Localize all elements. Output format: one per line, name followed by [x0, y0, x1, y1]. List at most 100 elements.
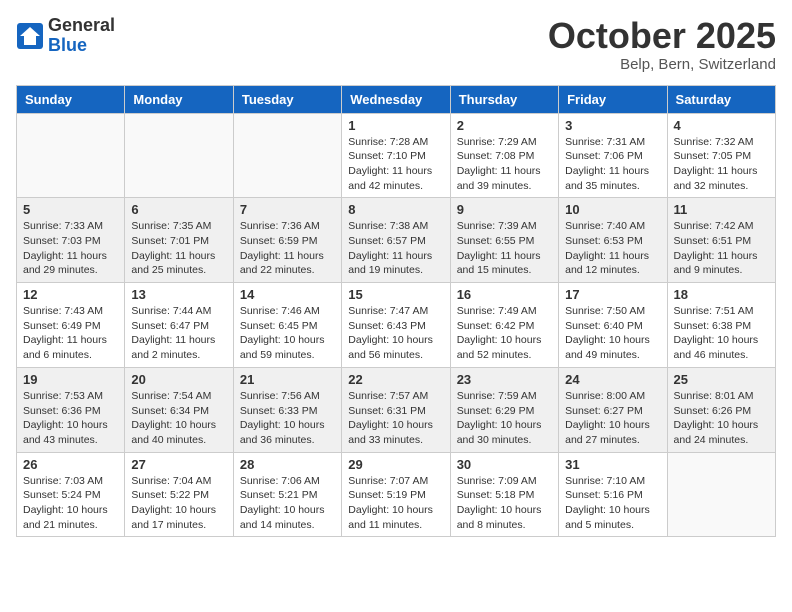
- day-number: 15: [348, 287, 443, 302]
- day-number: 22: [348, 372, 443, 387]
- day-number: 10: [565, 202, 660, 217]
- day-info: Sunrise: 7:46 AM Sunset: 6:45 PM Dayligh…: [240, 304, 335, 363]
- calendar-week-row: 19Sunrise: 7:53 AM Sunset: 6:36 PM Dayli…: [17, 367, 776, 452]
- day-number: 4: [674, 118, 769, 133]
- page-header: General Blue October 2025 Belp, Bern, Sw…: [16, 16, 776, 73]
- day-number: 13: [131, 287, 226, 302]
- day-info: Sunrise: 7:09 AM Sunset: 5:18 PM Dayligh…: [457, 474, 552, 533]
- calendar-day-cell: 20Sunrise: 7:54 AM Sunset: 6:34 PM Dayli…: [125, 367, 233, 452]
- calendar-day-cell: [125, 113, 233, 198]
- day-number: 21: [240, 372, 335, 387]
- day-number: 25: [674, 372, 769, 387]
- day-number: 29: [348, 457, 443, 472]
- day-info: Sunrise: 7:10 AM Sunset: 5:16 PM Dayligh…: [565, 474, 660, 533]
- logo-blue-text: Blue: [48, 36, 115, 56]
- calendar-day-cell: 6 Sunrise: 7:35 AM Sunset: 7:01 PM Daylig…: [125, 198, 233, 283]
- day-number: 6: [131, 202, 226, 217]
- calendar-day-cell: 12 Sunrise: 7:43 AM Sunset: 6:49 PM Dayli…: [17, 283, 125, 368]
- calendar-day-cell: 1Sunrise: 7:28 AM Sunset: 7:10 PM Daylig…: [342, 113, 450, 198]
- day-number: 14: [240, 287, 335, 302]
- weekday-header: Friday: [559, 85, 667, 113]
- day-number: 11: [674, 202, 769, 217]
- day-info: Sunrise: 7:31 AM Sunset: 7:06 PM Dayligh…: [565, 135, 660, 194]
- day-number: 8: [348, 202, 443, 217]
- day-info: Sunrise: 7:36 AM Sunset: 6:59 PM Dayligh…: [240, 219, 335, 278]
- day-info: Sunrise: 7:57 AM Sunset: 6:31 PM Dayligh…: [348, 389, 443, 448]
- calendar-day-cell: 15Sunrise: 7:47 AM Sunset: 6:43 PM Dayli…: [342, 283, 450, 368]
- day-number: 23: [457, 372, 552, 387]
- day-number: 24: [565, 372, 660, 387]
- calendar-day-cell: 3 Sunrise: 7:31 AM Sunset: 7:06 PM Daylig…: [559, 113, 667, 198]
- calendar-day-cell: 2Sunrise: 7:29 AM Sunset: 7:08 PM Daylig…: [450, 113, 558, 198]
- weekday-header: Thursday: [450, 85, 558, 113]
- calendar-day-cell: 13Sunrise: 7:44 AM Sunset: 6:47 PM Dayli…: [125, 283, 233, 368]
- calendar-day-cell: 8 Sunrise: 7:38 AM Sunset: 6:57 PM Daylig…: [342, 198, 450, 283]
- calendar-day-cell: [17, 113, 125, 198]
- calendar-day-cell: 27 Sunrise: 7:04 AM Sunset: 5:22 PM Dayli…: [125, 452, 233, 537]
- calendar-day-cell: 18 Sunrise: 7:51 AM Sunset: 6:38 PM Dayli…: [667, 283, 775, 368]
- day-number: 20: [131, 372, 226, 387]
- calendar-day-cell: 25 Sunrise: 8:01 AM Sunset: 6:26 PM Dayli…: [667, 367, 775, 452]
- logo-general-text: General: [48, 16, 115, 36]
- calendar-day-cell: 14 Sunrise: 7:46 AM Sunset: 6:45 PM Dayli…: [233, 283, 341, 368]
- day-info: Sunrise: 7:06 AM Sunset: 5:21 PM Dayligh…: [240, 474, 335, 533]
- calendar-day-cell: 30Sunrise: 7:09 AM Sunset: 5:18 PM Dayli…: [450, 452, 558, 537]
- day-info: Sunrise: 7:03 AM Sunset: 5:24 PM Dayligh…: [23, 474, 118, 533]
- day-info: Sunrise: 7:43 AM Sunset: 6:49 PM Dayligh…: [23, 304, 118, 363]
- day-info: Sunrise: 7:49 AM Sunset: 6:42 PM Dayligh…: [457, 304, 552, 363]
- calendar-table: SundayMondayTuesdayWednesdayThursdayFrid…: [16, 85, 776, 538]
- day-number: 28: [240, 457, 335, 472]
- calendar-day-cell: 5Sunrise: 7:33 AM Sunset: 7:03 PM Daylig…: [17, 198, 125, 283]
- day-info: Sunrise: 7:51 AM Sunset: 6:38 PM Dayligh…: [674, 304, 769, 363]
- calendar-day-cell: 4 Sunrise: 7:32 AM Sunset: 7:05 PM Daylig…: [667, 113, 775, 198]
- day-info: Sunrise: 7:28 AM Sunset: 7:10 PM Dayligh…: [348, 135, 443, 194]
- day-info: Sunrise: 7:35 AM Sunset: 7:01 PM Dayligh…: [131, 219, 226, 278]
- day-info: Sunrise: 8:00 AM Sunset: 6:27 PM Dayligh…: [565, 389, 660, 448]
- calendar-week-row: 5Sunrise: 7:33 AM Sunset: 7:03 PM Daylig…: [17, 198, 776, 283]
- calendar-day-cell: 22 Sunrise: 7:57 AM Sunset: 6:31 PM Dayli…: [342, 367, 450, 452]
- title-block: October 2025 Belp, Bern, Switzerland: [548, 16, 776, 73]
- calendar-day-cell: [667, 452, 775, 537]
- day-info: Sunrise: 7:32 AM Sunset: 7:05 PM Dayligh…: [674, 135, 769, 194]
- calendar-day-cell: 19Sunrise: 7:53 AM Sunset: 6:36 PM Dayli…: [17, 367, 125, 452]
- logo-icon: [16, 22, 44, 50]
- day-number: 31: [565, 457, 660, 472]
- weekday-header: Monday: [125, 85, 233, 113]
- calendar-week-row: 12 Sunrise: 7:43 AM Sunset: 6:49 PM Dayli…: [17, 283, 776, 368]
- calendar-day-cell: 28 Sunrise: 7:06 AM Sunset: 5:21 PM Dayli…: [233, 452, 341, 537]
- day-info: Sunrise: 8:01 AM Sunset: 6:26 PM Dayligh…: [674, 389, 769, 448]
- calendar-day-cell: 16Sunrise: 7:49 AM Sunset: 6:42 PM Dayli…: [450, 283, 558, 368]
- weekday-header: Saturday: [667, 85, 775, 113]
- day-number: 7: [240, 202, 335, 217]
- calendar-day-cell: 7 Sunrise: 7:36 AM Sunset: 6:59 PM Daylig…: [233, 198, 341, 283]
- calendar-day-cell: 11Sunrise: 7:42 AM Sunset: 6:51 PM Dayli…: [667, 198, 775, 283]
- calendar-day-cell: 9Sunrise: 7:39 AM Sunset: 6:55 PM Daylig…: [450, 198, 558, 283]
- day-number: 9: [457, 202, 552, 217]
- day-number: 12: [23, 287, 118, 302]
- day-info: Sunrise: 7:33 AM Sunset: 7:03 PM Dayligh…: [23, 219, 118, 278]
- day-info: Sunrise: 7:07 AM Sunset: 5:19 PM Dayligh…: [348, 474, 443, 533]
- location-subtitle: Belp, Bern, Switzerland: [548, 56, 776, 73]
- month-title: October 2025: [548, 16, 776, 56]
- day-info: Sunrise: 7:56 AM Sunset: 6:33 PM Dayligh…: [240, 389, 335, 448]
- day-info: Sunrise: 7:40 AM Sunset: 6:53 PM Dayligh…: [565, 219, 660, 278]
- day-info: Sunrise: 7:50 AM Sunset: 6:40 PM Dayligh…: [565, 304, 660, 363]
- day-info: Sunrise: 7:04 AM Sunset: 5:22 PM Dayligh…: [131, 474, 226, 533]
- calendar-day-cell: [233, 113, 341, 198]
- day-number: 26: [23, 457, 118, 472]
- day-info: Sunrise: 7:38 AM Sunset: 6:57 PM Dayligh…: [348, 219, 443, 278]
- day-number: 27: [131, 457, 226, 472]
- day-info: Sunrise: 7:59 AM Sunset: 6:29 PM Dayligh…: [457, 389, 552, 448]
- calendar-day-cell: 29 Sunrise: 7:07 AM Sunset: 5:19 PM Dayli…: [342, 452, 450, 537]
- day-number: 3: [565, 118, 660, 133]
- day-number: 18: [674, 287, 769, 302]
- weekday-header-row: SundayMondayTuesdayWednesdayThursdayFrid…: [17, 85, 776, 113]
- weekday-header: Wednesday: [342, 85, 450, 113]
- calendar-day-cell: 10 Sunrise: 7:40 AM Sunset: 6:53 PM Dayli…: [559, 198, 667, 283]
- weekday-header: Tuesday: [233, 85, 341, 113]
- day-info: Sunrise: 7:53 AM Sunset: 6:36 PM Dayligh…: [23, 389, 118, 448]
- day-number: 2: [457, 118, 552, 133]
- calendar-day-cell: 23 Sunrise: 7:59 AM Sunset: 6:29 PM Dayli…: [450, 367, 558, 452]
- logo: General Blue: [16, 16, 115, 56]
- calendar-day-cell: 21 Sunrise: 7:56 AM Sunset: 6:33 PM Dayli…: [233, 367, 341, 452]
